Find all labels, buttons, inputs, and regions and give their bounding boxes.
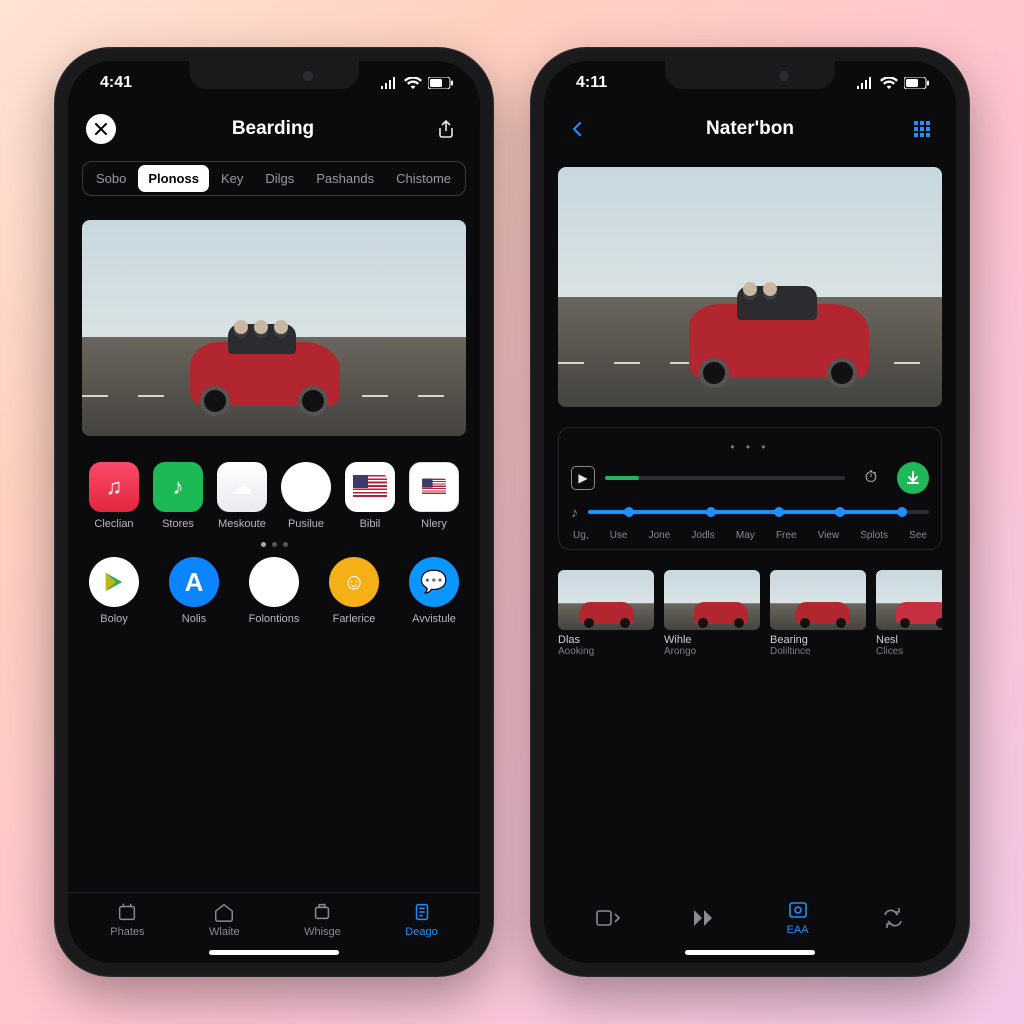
phone-right: 4:11 Nater'bon • • • ▶ (530, 47, 970, 977)
player-controls: • • • ▶ ⏱ ♪ (558, 427, 942, 550)
app-label: Nlery (421, 518, 447, 530)
status-icons (380, 77, 454, 89)
filter-segments: Sobo Plonoss Key Dilgs Pashands Chistome (82, 161, 466, 196)
segment-chistome[interactable]: Chistome (386, 165, 461, 192)
segment-pashands[interactable]: Pashands (306, 165, 384, 192)
segment-key[interactable]: Key (211, 165, 253, 192)
app-flag[interactable]: Bibil (340, 462, 400, 530)
download-button[interactable] (897, 462, 929, 494)
app-label: Boloy (100, 613, 128, 625)
signal-icon (856, 77, 874, 89)
skip-back-button[interactable] (595, 907, 621, 929)
segment-sobo[interactable]: Sobo (86, 165, 136, 192)
battery-icon (904, 77, 930, 89)
app-label: Stores (162, 518, 194, 530)
home-indicator[interactable] (685, 950, 815, 955)
app-label: Nolis (182, 613, 206, 625)
page-title: Nater'bon (706, 118, 794, 140)
app-label: Bibil (360, 518, 381, 530)
thumb-item[interactable]: NeslClices (876, 570, 942, 657)
wifi-icon (404, 77, 422, 89)
page-title: Bearding (232, 118, 314, 140)
tab-bar: Phates Wlaite Whisge Deago (68, 892, 480, 940)
app-row-2: Boloy ANolis PFolontions ☺Farlerice 💬Avv… (78, 557, 470, 625)
signal-icon (380, 77, 398, 89)
progress-row: ▶ ⏱ (571, 462, 929, 494)
status-time: 4:11 (576, 74, 607, 92)
app-music[interactable]: ♫Cleclian (84, 462, 144, 530)
sound-icon: ♪ (571, 504, 578, 520)
wifi-icon (880, 77, 898, 89)
home-indicator[interactable] (209, 950, 339, 955)
status-icons (856, 77, 930, 89)
segment-dilgs[interactable]: Dilgs (255, 165, 304, 192)
page-dots[interactable] (78, 542, 470, 547)
eaa-button[interactable]: EAA (785, 899, 811, 936)
notch (665, 61, 835, 89)
navbar: Bearding (68, 105, 480, 153)
app-row-1: ♫Cleclian ♪Stores ☁Meskoute GPusilue Bib… (78, 462, 470, 530)
app-news[interactable]: Nlery (404, 462, 464, 530)
loop-button[interactable] (880, 907, 906, 929)
timeline-ticks: Ug, Use Jone Jodls May Free View Splots … (571, 530, 929, 541)
thumb-item[interactable]: DlasAooking (558, 570, 654, 657)
transport-bar: EAA (544, 885, 956, 940)
app-ambient[interactable]: ☺Farlerice (324, 557, 384, 625)
thumb-item[interactable]: WihleArongo (664, 570, 760, 657)
progress-track[interactable] (605, 476, 845, 480)
app-pinterest[interactable]: PFolontions (244, 557, 304, 625)
screen-right: 4:11 Nater'bon • • • ▶ (544, 61, 956, 963)
phone-left: 4:41 Bearding Sobo Plonoss Key Dilgs Pas… (54, 47, 494, 977)
app-play[interactable]: Boloy (84, 557, 144, 625)
scrubber-row[interactable]: ♪ (571, 504, 929, 520)
app-spotify[interactable]: ♪Stores (148, 462, 208, 530)
app-cloud[interactable]: ☁Meskoute (212, 462, 272, 530)
thumb-item[interactable]: BearingDoliltince (770, 570, 866, 657)
app-google[interactable]: GPusilue (276, 462, 336, 530)
notch (189, 61, 359, 89)
app-appstore[interactable]: ANolis (164, 557, 224, 625)
app-label: Farlerice (333, 613, 376, 625)
grid-icon[interactable] (906, 113, 938, 145)
app-label: Folontions (249, 613, 300, 625)
battery-icon (428, 77, 454, 89)
app-label: Cleclian (94, 518, 133, 530)
timer-icon[interactable]: ⏱ (855, 462, 887, 494)
play-button[interactable] (690, 907, 716, 929)
app-chat[interactable]: 💬Avvistule (404, 557, 464, 625)
app-label: Pusilue (288, 518, 324, 530)
navbar: Nater'bon (544, 105, 956, 153)
app-label: Avvistule (412, 613, 456, 625)
status-time: 4:41 (100, 74, 132, 92)
screen-left: 4:41 Bearding Sobo Plonoss Key Dilgs Pas… (68, 61, 480, 963)
hero-image[interactable] (82, 220, 466, 436)
app-grid: ♫Cleclian ♪Stores ☁Meskoute GPusilue Bib… (78, 462, 470, 637)
hero-image[interactable] (558, 167, 942, 407)
tab-whisge[interactable]: Whisge (304, 901, 341, 938)
preview-icon[interactable]: ▶ (571, 466, 595, 490)
tab-phates[interactable]: Phates (110, 901, 144, 938)
segment-plonoss[interactable]: Plonoss (138, 165, 209, 192)
share-icon[interactable] (430, 113, 462, 145)
ellipsis-icon[interactable]: • • • (571, 440, 929, 454)
app-label: Meskoute (218, 518, 266, 530)
back-icon[interactable] (562, 113, 594, 145)
thumbnail-row: DlasAooking WihleArongo BearingDoliltinc… (558, 570, 942, 657)
close-icon[interactable] (86, 114, 116, 144)
tab-wlaite[interactable]: Wlaite (209, 901, 240, 938)
tab-deago[interactable]: Deago (405, 901, 437, 938)
